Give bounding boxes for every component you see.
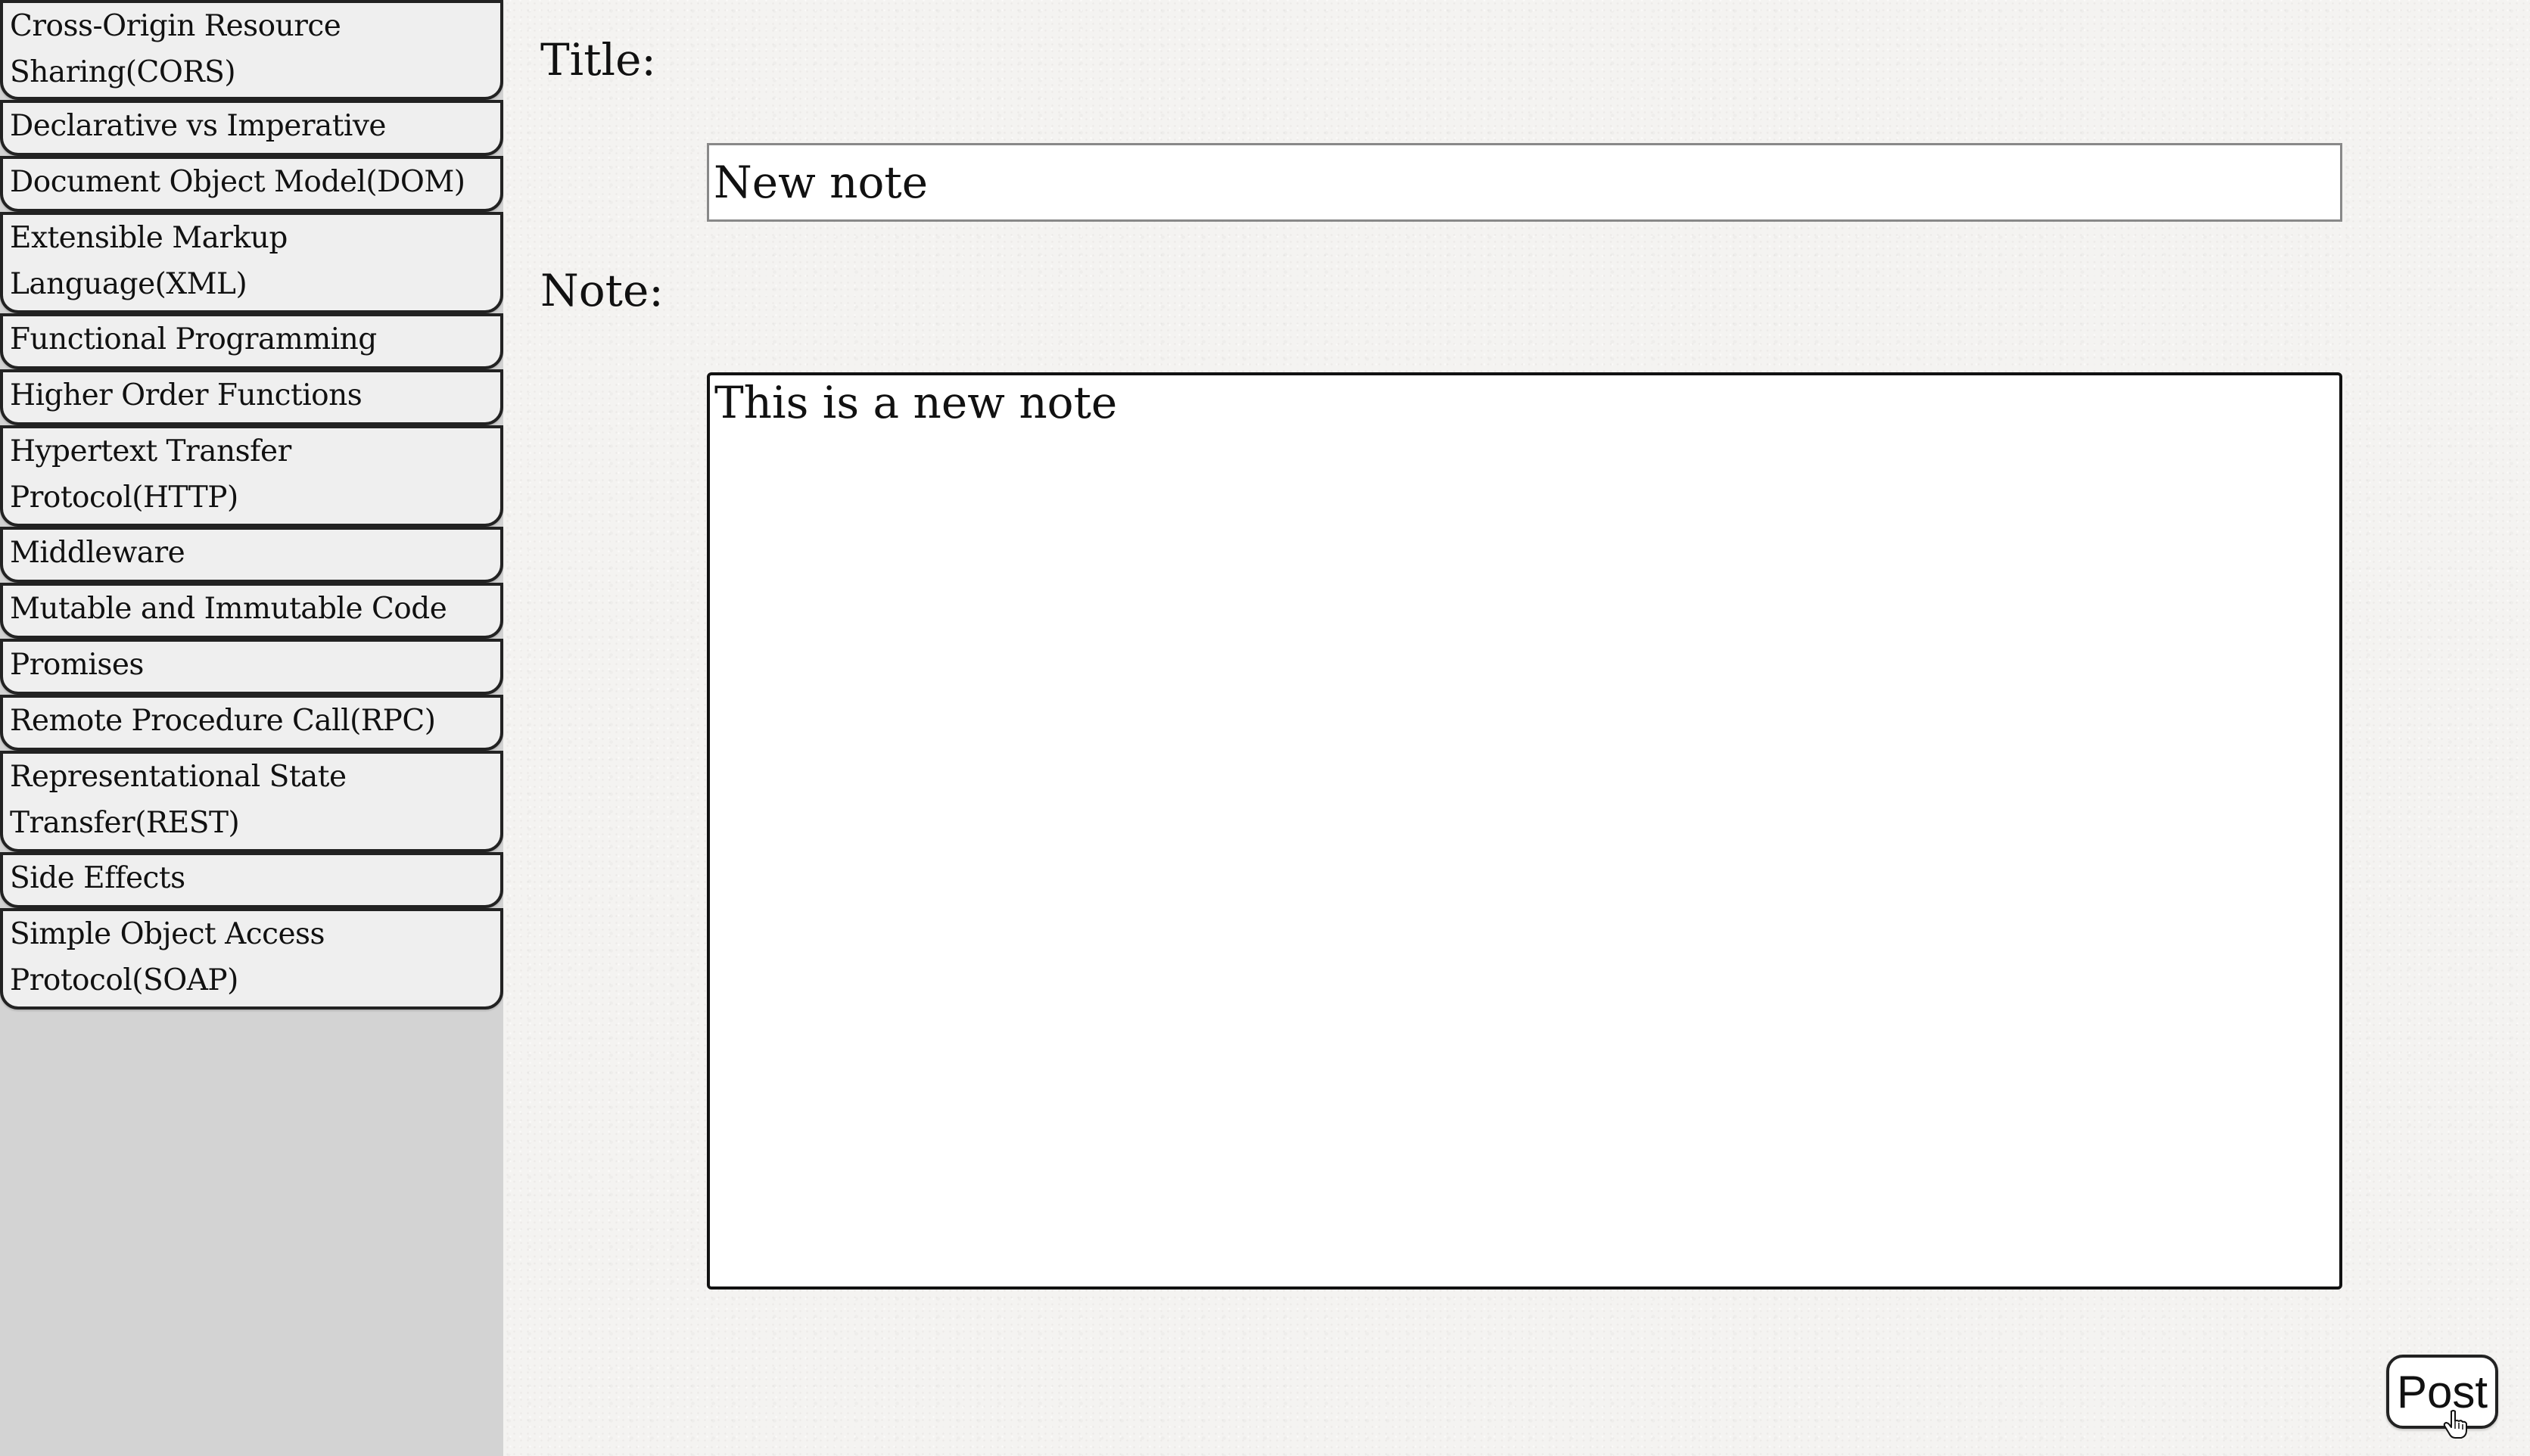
- sidebar-item-label: Side Effects: [10, 861, 185, 895]
- sidebar-item-label: Hypertext Transfer: [10, 434, 291, 468]
- sidebar-item-functional-programming[interactable]: Functional Programming: [0, 313, 503, 369]
- note-textarea[interactable]: This is a new note: [707, 372, 2342, 1290]
- sidebar-item-label: Document Object Model(DOM): [10, 165, 465, 199]
- sidebar-item-mutable-immutable[interactable]: Mutable and Immutable Code: [0, 583, 503, 639]
- note-label: Note:: [540, 265, 664, 316]
- sidebar-item-label: Declarative vs Imperative: [10, 109, 387, 143]
- sidebar-item-label: Sharing(CORS): [10, 55, 236, 89]
- title-input[interactable]: [707, 143, 2342, 222]
- title-label: Title:: [540, 34, 656, 86]
- sidebar-item-label: Protocol(HTTP): [10, 481, 238, 515]
- sidebar-item-label: Remote Procedure Call(RPC): [10, 704, 436, 738]
- sidebar-item-label: Transfer(REST): [10, 806, 240, 840]
- sidebar-item-label: Functional Programming: [10, 322, 377, 356]
- sidebar-item-label: Language(XML): [10, 267, 247, 301]
- sidebar-item-side-effects[interactable]: Side Effects: [0, 852, 503, 908]
- sidebar-item-label: Promises: [10, 648, 144, 682]
- sidebar: Cross-Origin Resource Sharing(CORS) Decl…: [0, 0, 503, 1456]
- sidebar-item-middleware[interactable]: Middleware: [0, 527, 503, 583]
- sidebar-item-promises[interactable]: Promises: [0, 639, 503, 695]
- sidebar-item-label: Higher Order Functions: [10, 378, 363, 412]
- sidebar-item-rest[interactable]: Representational State Transfer(REST): [0, 751, 503, 852]
- sidebar-item-higher-order-functions[interactable]: Higher Order Functions: [0, 369, 503, 425]
- sidebar-item-label: Simple Object Access: [10, 917, 325, 951]
- sidebar-item-xml[interactable]: Extensible Markup Language(XML): [0, 212, 503, 313]
- sidebar-item-label: Representational State: [10, 760, 347, 794]
- sidebar-item-declarative-vs-imperative[interactable]: Declarative vs Imperative: [0, 100, 503, 156]
- sidebar-item-http[interactable]: Hypertext Transfer Protocol(HTTP): [0, 425, 503, 527]
- sidebar-item-label: Middleware: [10, 536, 185, 570]
- sidebar-item-dom[interactable]: Document Object Model(DOM): [0, 156, 503, 212]
- sidebar-item-label: Cross-Origin Resource: [10, 9, 341, 43]
- sidebar-item-label: Protocol(SOAP): [10, 963, 238, 997]
- sidebar-item-rpc[interactable]: Remote Procedure Call(RPC): [0, 695, 503, 751]
- sidebar-item-cors[interactable]: Cross-Origin Resource Sharing(CORS): [0, 0, 503, 100]
- sidebar-item-label: Extensible Markup: [10, 221, 288, 255]
- sidebar-item-soap[interactable]: Simple Object Access Protocol(SOAP): [0, 908, 503, 1010]
- sidebar-item-label: Mutable and Immutable Code: [10, 592, 447, 626]
- post-button[interactable]: Post: [2386, 1355, 2498, 1429]
